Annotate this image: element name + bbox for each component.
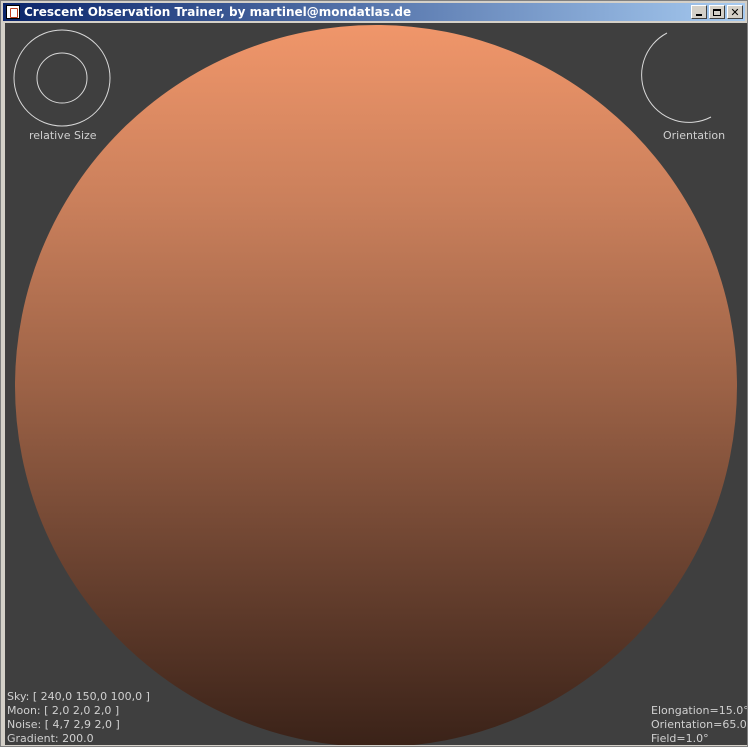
orientation-gauge xyxy=(641,32,712,123)
maximize-icon xyxy=(713,8,721,16)
minimize-button[interactable] xyxy=(691,5,707,19)
window-controls: ✕ xyxy=(691,5,743,19)
window-title: Crescent Observation Trainer, by martine… xyxy=(24,5,412,19)
gradient-readout: Gradient: 200.0 xyxy=(7,732,94,745)
size-outer-ring xyxy=(13,29,111,127)
relative-size-gauge xyxy=(13,29,111,127)
orientation-label: Orientation xyxy=(663,129,726,142)
maximize-button[interactable] xyxy=(709,5,725,19)
sky-readout: Sky: [ 240,0 150,0 100,0 ] xyxy=(7,690,150,703)
field-readout: Field=1.0° xyxy=(651,732,709,745)
sky-field-disc xyxy=(15,25,737,745)
orientation-readout: Orientation=65.0° xyxy=(651,718,747,731)
minimize-icon xyxy=(696,14,702,16)
observation-canvas[interactable]: relative Size Orientation Sky: [ 240,0 1… xyxy=(5,23,747,745)
noise-readout: Noise: [ 4,7 2,9 2,0 ] xyxy=(7,718,120,731)
relative-size-label: relative Size xyxy=(29,129,97,142)
java-app-icon[interactable] xyxy=(6,5,20,19)
elongation-readout: Elongation=15.0° xyxy=(651,704,747,717)
orientation-arc xyxy=(641,32,712,123)
size-inner-ring xyxy=(36,52,88,104)
close-button[interactable]: ✕ xyxy=(727,5,743,19)
title-bar[interactable]: Crescent Observation Trainer, by martine… xyxy=(3,3,745,21)
moon-readout: Moon: [ 2,0 2,0 2,0 ] xyxy=(7,704,120,717)
close-icon: ✕ xyxy=(730,5,740,19)
app-window: Crescent Observation Trainer, by martine… xyxy=(0,0,748,747)
